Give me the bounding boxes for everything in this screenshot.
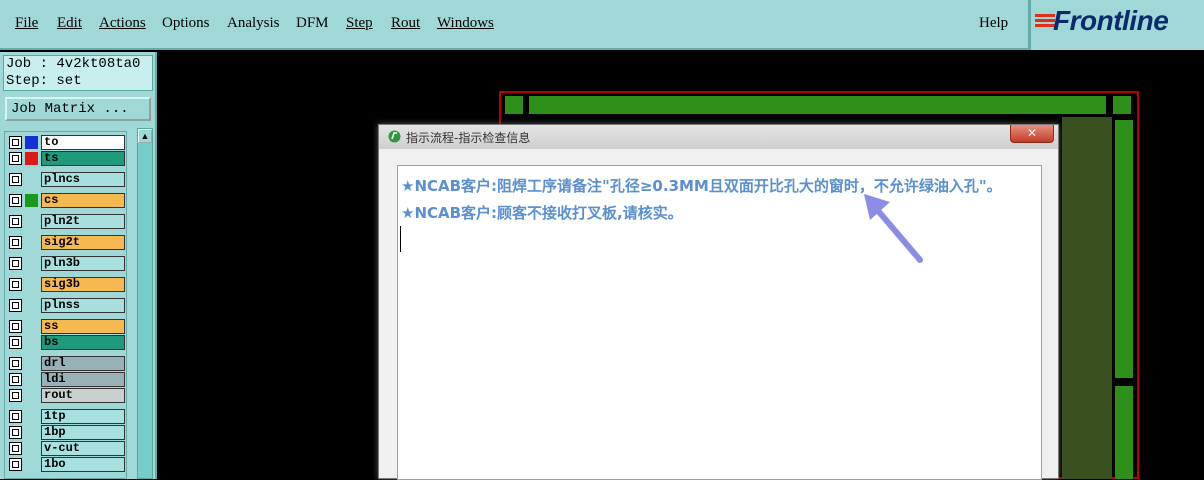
layer-name[interactable]: 1bp bbox=[41, 425, 125, 440]
menu-windows[interactable]: Windows bbox=[437, 15, 494, 32]
layer-checkbox[interactable] bbox=[9, 442, 22, 455]
layer-color-swatch bbox=[25, 152, 38, 165]
menu-actions[interactable]: Actions bbox=[99, 15, 146, 32]
layer-checkbox[interactable] bbox=[9, 373, 22, 386]
pcb-right-bar-top bbox=[1115, 120, 1133, 378]
layer-name[interactable]: bs bbox=[41, 335, 125, 350]
dialog-title: 指示流程-指示检查信息 bbox=[406, 131, 531, 145]
layer-name[interactable]: ts bbox=[41, 151, 125, 166]
menu-help[interactable]: Help bbox=[979, 15, 1008, 32]
job-info: Job : 4v2kt08ta0 Step: set bbox=[3, 55, 153, 91]
layer-name[interactable]: plnss bbox=[41, 298, 125, 313]
layer-name[interactable]: 1tp bbox=[41, 409, 125, 424]
menu-analysis[interactable]: Analysis bbox=[227, 15, 280, 32]
layer-name[interactable]: pln3b bbox=[41, 256, 125, 271]
job-matrix-button[interactable]: Job Matrix ... bbox=[5, 97, 151, 121]
layer-checkbox[interactable] bbox=[9, 236, 22, 249]
message-line: ★NCAB客户:顾客不接收打叉板,请核实。 bbox=[401, 204, 683, 222]
layer-checkbox[interactable] bbox=[9, 194, 22, 207]
layer-name[interactable]: ss bbox=[41, 319, 125, 334]
layer-checkbox[interactable] bbox=[9, 458, 22, 471]
layer-checkbox[interactable] bbox=[9, 278, 22, 291]
layer-checkbox[interactable] bbox=[9, 215, 22, 228]
menu-dfm[interactable]: DFM bbox=[296, 15, 329, 32]
layer-name[interactable]: rout bbox=[41, 388, 125, 403]
layer-name[interactable]: 1bo bbox=[41, 457, 125, 472]
layer-checkbox[interactable] bbox=[9, 410, 22, 423]
layer-color-swatch bbox=[25, 194, 38, 207]
scroll-up-arrow-icon[interactable]: ▲ bbox=[138, 129, 152, 143]
layer-checkbox[interactable] bbox=[9, 136, 22, 149]
app-icon bbox=[388, 130, 401, 143]
logo-stripes-icon bbox=[1035, 14, 1055, 34]
layer-name[interactable]: plncs bbox=[41, 172, 125, 187]
pcb-right-bar-bottom bbox=[1115, 386, 1133, 479]
layer-checkbox[interactable] bbox=[9, 152, 22, 165]
close-icon[interactable]: ✕ bbox=[1010, 125, 1054, 143]
layer-name[interactable]: ldi bbox=[41, 372, 125, 387]
layer-checkbox[interactable] bbox=[9, 320, 22, 333]
pcb-top-bar bbox=[529, 96, 1106, 114]
layer-checkbox[interactable] bbox=[9, 426, 22, 439]
menu-options[interactable]: Options bbox=[162, 15, 210, 32]
layer-list: to ts plncs cs pln2t sig2t pln3b sig3b plnss ss bs… bbox=[4, 131, 127, 479]
layer-name[interactable]: to bbox=[41, 135, 125, 150]
menu-step[interactable]: Step bbox=[346, 15, 373, 32]
job-name: Job : 4v2kt08ta0 bbox=[6, 56, 141, 72]
menu-edit[interactable]: Edit bbox=[57, 15, 82, 32]
menu-file[interactable]: File bbox=[15, 15, 38, 32]
layer-scrollbar[interactable]: ▲ bbox=[137, 128, 153, 479]
menu-bar: File Edit Actions Options Analysis DFM S… bbox=[0, 0, 1028, 50]
layer-checkbox[interactable] bbox=[9, 357, 22, 370]
info-dialog: 指示流程-指示检查信息 ✕ ★NCAB客户:阻焊工序请备注"孔径≥0.3MM且双… bbox=[378, 124, 1059, 480]
layer-checkbox[interactable] bbox=[9, 336, 22, 349]
layer-name[interactable]: sig2t bbox=[41, 235, 125, 250]
message-area[interactable]: ★NCAB客户:阻焊工序请备注"孔径≥0.3MM且双面开比孔大的窗时，不允许绿油… bbox=[397, 165, 1042, 480]
annotation-arrow-icon bbox=[864, 194, 923, 263]
layer-checkbox[interactable] bbox=[9, 257, 22, 270]
layer-name[interactable]: cs bbox=[41, 193, 125, 208]
logo-text: Frontline bbox=[1053, 5, 1169, 36]
pcb-component-area bbox=[1062, 117, 1112, 479]
step-name: Step: set bbox=[6, 73, 82, 89]
text-caret bbox=[400, 226, 401, 252]
layer-name[interactable]: pln2t bbox=[41, 214, 125, 229]
pcb-corner-square bbox=[1113, 96, 1131, 114]
layer-color-swatch bbox=[25, 136, 38, 149]
frontline-logo: Frontline bbox=[1028, 0, 1204, 50]
dialog-titlebar[interactable]: 指示流程-指示检查信息 ✕ bbox=[379, 125, 1058, 149]
layer-checkbox[interactable] bbox=[9, 299, 22, 312]
layer-name[interactable]: v-cut bbox=[41, 441, 125, 456]
menu-rout[interactable]: Rout bbox=[391, 15, 420, 32]
pcb-top-strip bbox=[505, 96, 523, 114]
layer-checkbox[interactable] bbox=[9, 173, 22, 186]
layer-panel: Job : 4v2kt08ta0 Step: set Job Matrix ..… bbox=[0, 52, 157, 479]
layer-name[interactable]: drl bbox=[41, 356, 125, 371]
layer-name[interactable]: sig3b bbox=[41, 277, 125, 292]
layer-checkbox[interactable] bbox=[9, 389, 22, 402]
